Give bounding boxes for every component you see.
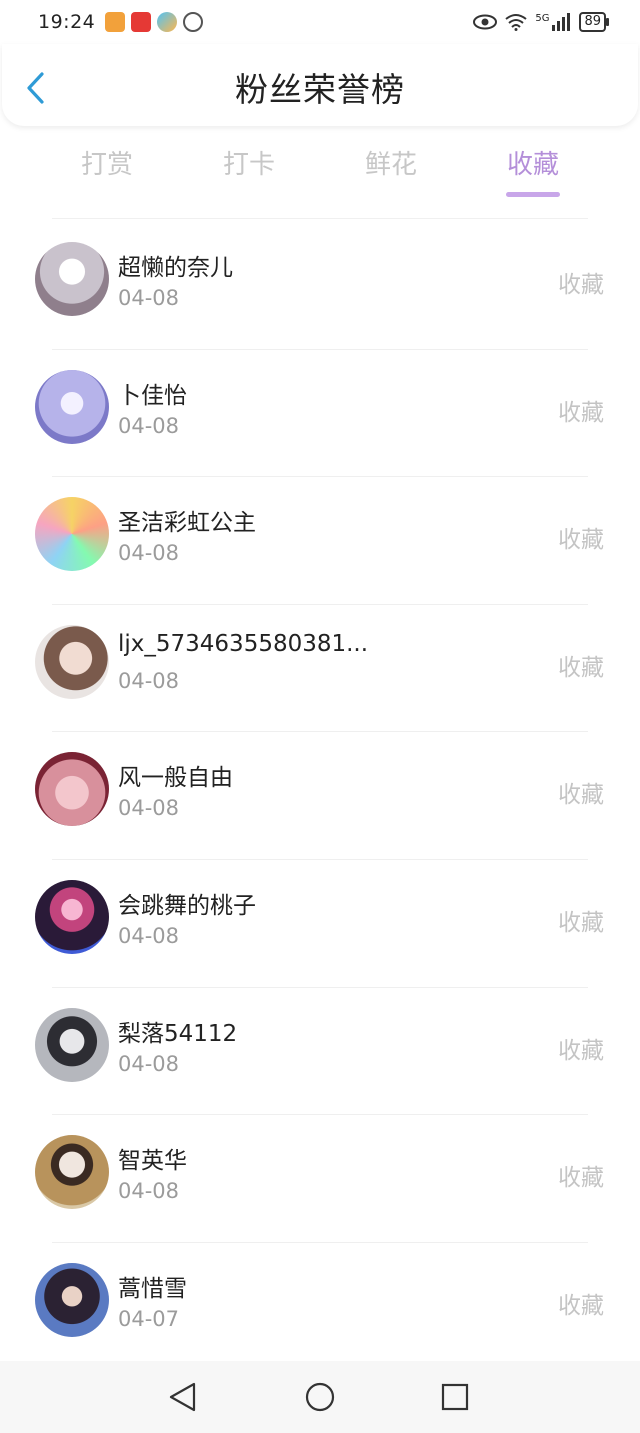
nav-recents-icon[interactable] [439,1381,471,1413]
user-name: 会跳舞的桃子 [118,892,256,919]
status-bar: 19:24 5G 89 [0,0,640,44]
action-label: 收藏 [558,1292,604,1319]
chevron-left-icon [27,72,44,104]
user-name: ljx_5734635580381... [118,630,368,657]
avatar[interactable] [35,242,109,316]
tab-favorites[interactable]: 收藏 [478,144,588,181]
user-name: 风一般自由 [118,765,233,792]
user-date: 04-08 [118,1051,180,1076]
signal-icon [552,13,571,31]
list-item[interactable]: 超懒的奈儿 04-08 收藏 [0,222,640,350]
user-date: 04-08 [118,541,180,566]
network-label: 5G [535,12,550,24]
user-date: 04-08 [118,413,180,438]
list-item[interactable]: ljx_5734635580381... 04-08 收藏 [0,605,640,733]
avatar[interactable] [35,752,109,827]
avatar[interactable] [35,879,109,954]
user-date: 04-08 [118,1179,180,1204]
system-nav-bar [0,1361,640,1433]
status-time: 19:24 [38,11,96,33]
action-label: 收藏 [558,1165,604,1192]
avatar[interactable] [35,369,109,444]
active-tab-indicator [506,192,560,197]
status-indicators: 5G 89 [473,12,609,32]
user-name: 超懒的奈儿 [118,255,233,281]
tab-flowers[interactable]: 鲜花 [336,144,446,181]
user-date: 04-08 [118,923,180,948]
user-name: 智英华 [118,1148,187,1175]
tab-checkin[interactable]: 打卡 [194,144,304,181]
action-label: 收藏 [558,272,604,298]
list-item[interactable]: 会跳舞的桃子 04-08 收藏 [0,860,640,988]
app-header: 粉丝荣誉榜 [2,44,638,126]
battery-icon: 89 [579,12,609,32]
user-name: 蒿惜雪 [118,1275,187,1302]
avatar[interactable] [35,497,109,572]
status-app-icons [105,12,204,32]
wifi-icon [505,14,527,31]
action-label: 收藏 [558,527,604,554]
eye-icon [473,14,498,30]
tabs-divider [52,218,588,219]
action-label: 收藏 [558,1037,604,1064]
user-date: 04-08 [118,286,180,310]
nav-back-icon[interactable] [167,1381,199,1413]
user-name: 圣洁彩虹公主 [118,510,256,537]
action-label: 收藏 [558,654,604,681]
user-name: 梨落54112 [118,1020,238,1047]
nav-home-icon[interactable] [304,1381,336,1413]
avatar[interactable] [35,1007,109,1082]
back-button[interactable] [22,68,50,108]
list-item[interactable]: 智英华 04-08 收藏 [0,1115,640,1243]
user-name: 卜佳怡 [118,382,187,409]
list-item[interactable]: 圣洁彩虹公主 04-08 收藏 [0,477,640,605]
user-date: 04-08 [118,796,180,821]
avatar[interactable] [35,1135,109,1210]
fans-list: 超懒的奈儿 04-08 收藏 卜佳怡 04-08 收藏 圣洁彩虹公主 04-08… [0,222,640,1370]
avatar[interactable] [35,624,109,699]
avatar[interactable] [35,1262,109,1337]
app-icon-pinwheel [157,12,178,32]
page-title: 粉丝荣誉榜 [235,70,405,109]
app-icon-red [131,12,152,32]
action-label: 收藏 [558,909,604,936]
app-icon-hand [183,12,204,32]
user-date: 04-08 [118,668,180,693]
tab-bar: 打赏 打卡 鲜花 收藏 [0,136,640,206]
list-item[interactable]: 卜佳怡 04-08 收藏 [0,350,640,478]
user-date: 04-07 [118,1306,180,1331]
list-item[interactable]: 风一般自由 04-08 收藏 [0,732,640,860]
list-item[interactable]: 梨落54112 04-08 收藏 [0,988,640,1116]
app-icon-orange [105,12,126,32]
tab-reward[interactable]: 打赏 [52,144,162,181]
action-label: 收藏 [558,399,604,426]
action-label: 收藏 [558,782,604,809]
list-item[interactable]: 蒿惜雪 04-07 收藏 [0,1243,640,1371]
